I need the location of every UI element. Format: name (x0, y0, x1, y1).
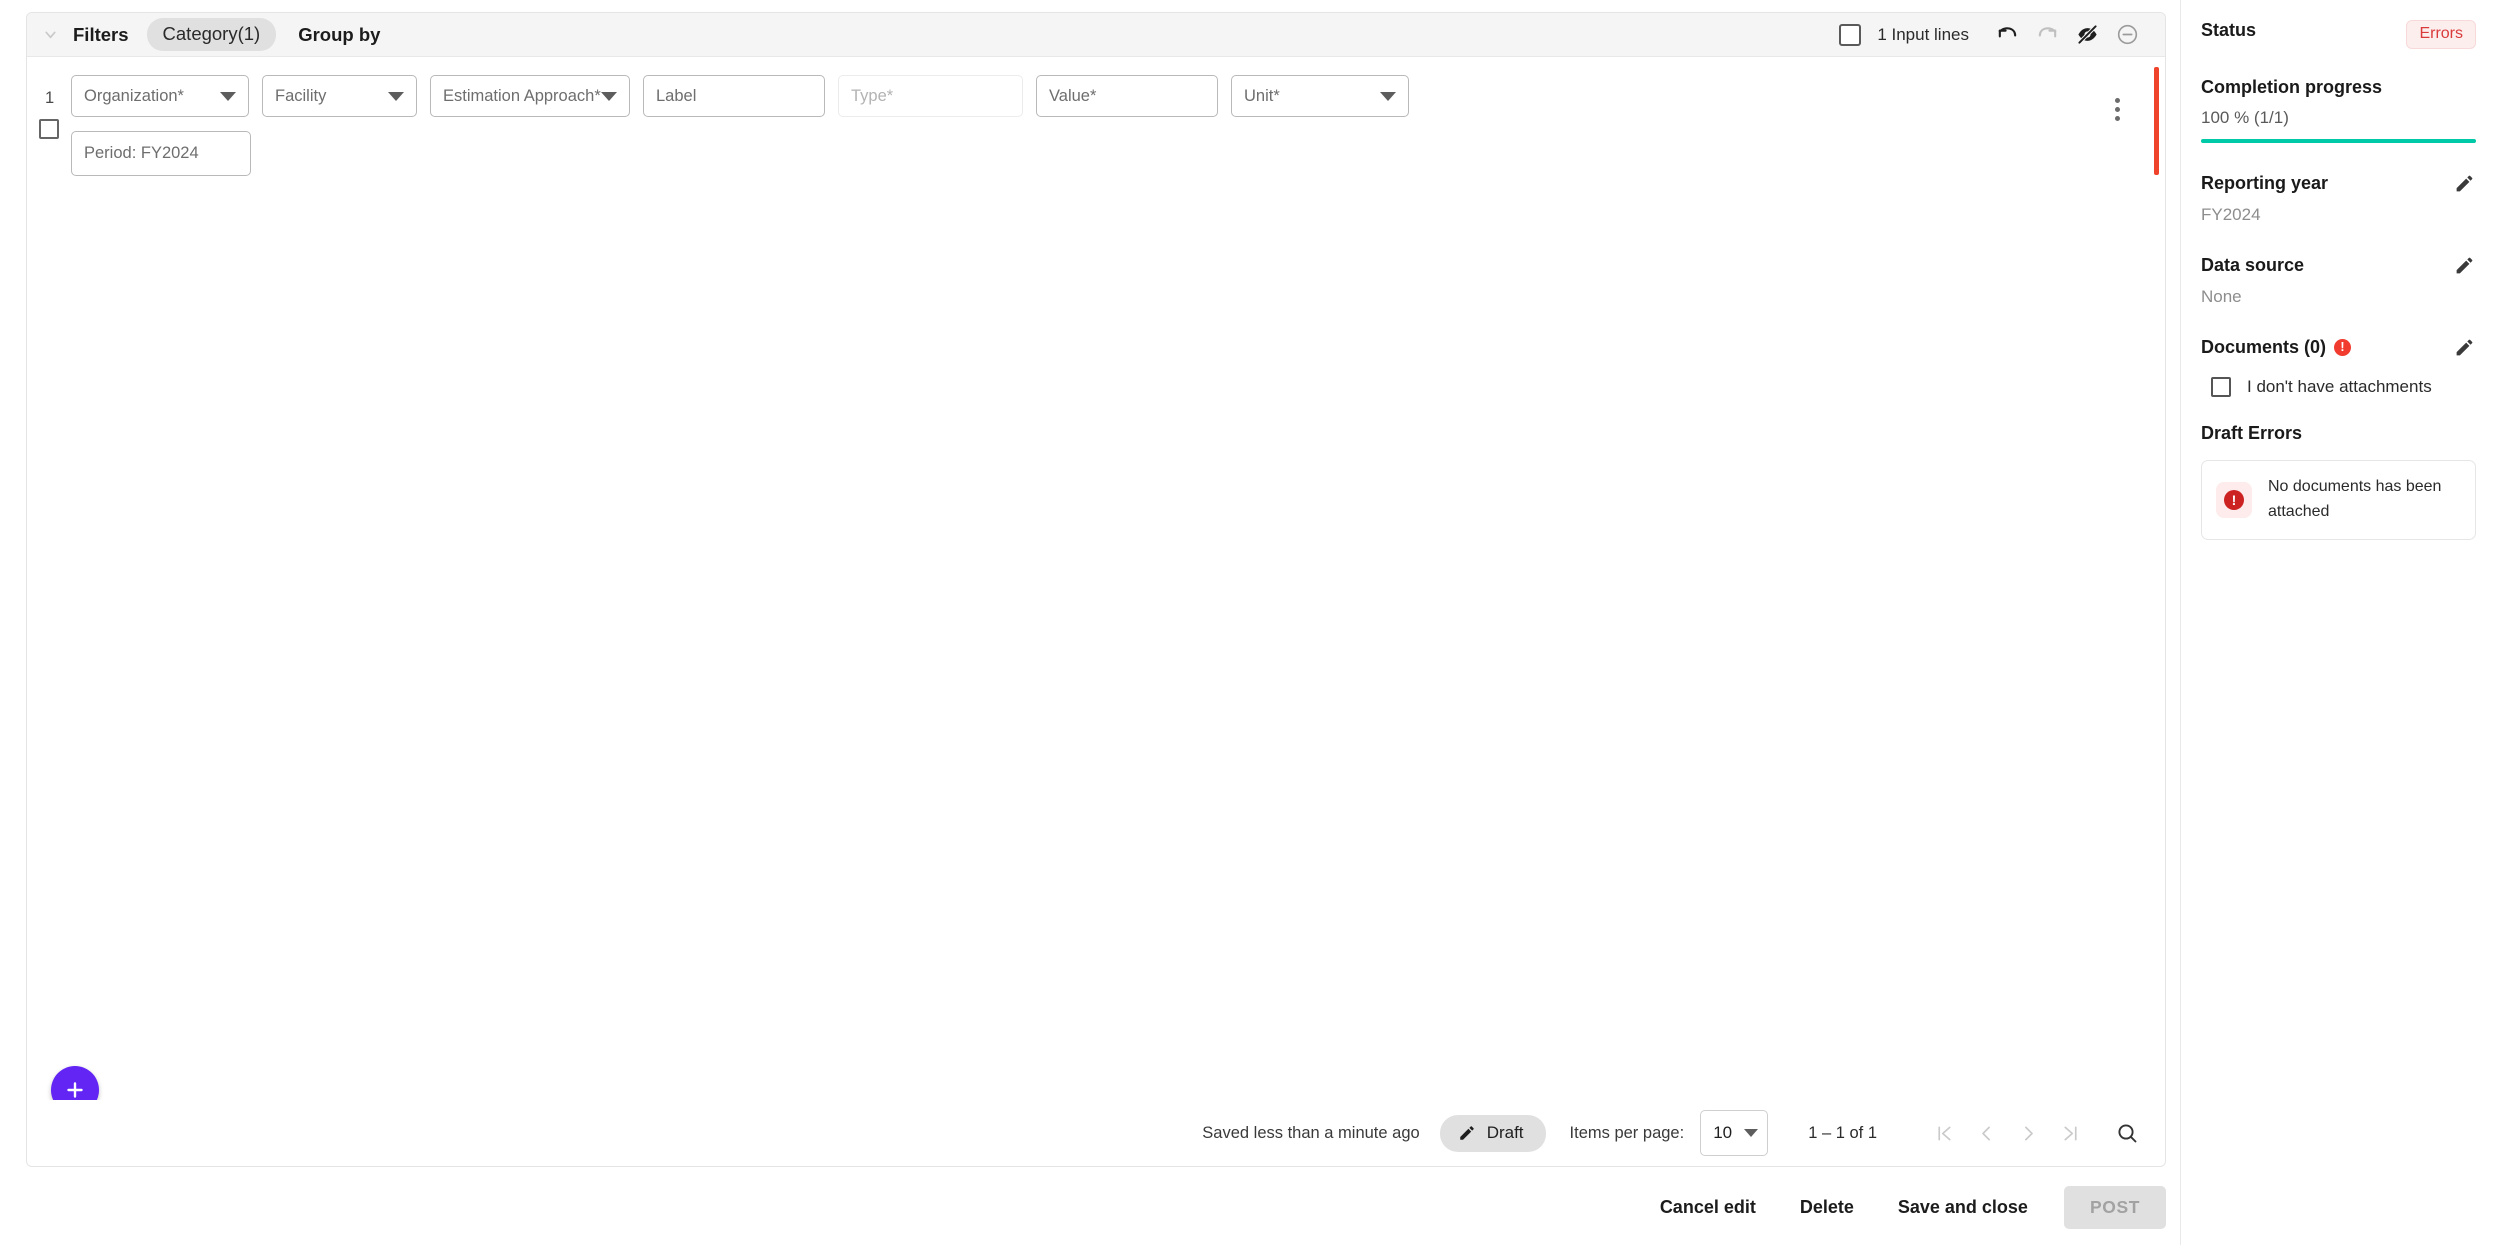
redo-icon[interactable] (2027, 15, 2067, 55)
facility-select[interactable]: Facility (262, 75, 417, 117)
row-fields: Organization* Facility Estimation Approa… (71, 75, 2165, 190)
next-page-button[interactable] (2007, 1112, 2049, 1154)
value-placeholder: Value* (1049, 86, 1097, 105)
draft-error-card: ! No documents has been attached (2201, 460, 2476, 540)
input-lines-card: Filters Category(1) Group by 1 Input lin… (26, 12, 2166, 1167)
form-actions: Cancel edit Delete Save and close POST (1638, 1186, 2166, 1229)
row-number: 1 (45, 89, 55, 107)
chevron-down-icon (220, 91, 236, 101)
row-error-indicator (2154, 67, 2159, 175)
select-all-checkbox[interactable] (1839, 23, 1862, 46)
filter-toolbar: Filters Category(1) Group by 1 Input lin… (27, 13, 2165, 57)
search-icon[interactable] (2105, 1111, 2149, 1155)
pagination-range: 1 – 1 of 1 (1808, 1123, 1877, 1142)
items-per-page-select[interactable]: 10 (1700, 1110, 1769, 1156)
label-placeholder: Label (656, 86, 697, 105)
value-input[interactable]: Value* (1036, 75, 1218, 117)
chevron-down-icon[interactable] (37, 22, 63, 48)
draft-label: Draft (1486, 1122, 1524, 1142)
toolbar-right: 1 Input lines (1839, 15, 2147, 55)
completion-value: 100 % (1/1) (2201, 108, 2289, 127)
edit-documents-pencil-icon[interactable] (2454, 337, 2476, 359)
period-value: Period: FY2024 (84, 144, 199, 162)
table-footer: Saved less than a minute ago Draft Items… (27, 1100, 2165, 1166)
group-by-label[interactable]: Group by (298, 24, 380, 46)
unit-placeholder: Unit* (1244, 86, 1280, 105)
chevron-down-icon (1744, 1129, 1759, 1137)
draft-errors-section: Draft Errors ! No documents has been att… (2201, 423, 2476, 540)
error-alert-icon: ! (2216, 481, 2252, 518)
period-input[interactable]: Period: FY2024 (71, 131, 251, 176)
facility-placeholder: Facility (275, 86, 327, 105)
app-root: Filters Category(1) Group by 1 Input lin… (0, 0, 2500, 1245)
delete-button[interactable]: Delete (1778, 1187, 1876, 1228)
completion-progress-bar (2201, 139, 2476, 143)
saved-status: Saved less than a minute ago (1202, 1123, 1420, 1142)
main-column: Filters Category(1) Group by 1 Input lin… (0, 0, 2180, 1245)
details-sidebar: Status Errors Completion progress 100 % … (2180, 0, 2500, 1245)
data-source-title: Data source (2201, 255, 2305, 275)
filters-label[interactable]: Filters (73, 24, 129, 46)
estimation-approach-select[interactable]: Estimation Approach* (430, 75, 630, 117)
type-placeholder: Type* (851, 86, 894, 105)
status-badge[interactable]: Errors (2406, 20, 2476, 49)
chevron-down-icon (1380, 91, 1396, 101)
data-source-section: Data source None (2201, 255, 2476, 307)
first-page-button[interactable] (1923, 1112, 1965, 1154)
input-lines-count: 1 Input lines (1877, 24, 1969, 44)
row-select-checkbox[interactable] (39, 119, 59, 139)
draft-error-message: No documents has been attached (2268, 478, 2442, 520)
reporting-year-value: FY2024 (2201, 205, 2261, 224)
eye-off-icon[interactable] (2067, 15, 2107, 55)
table-row: 1 Organization* Facility Estimation Appr… (27, 57, 2165, 190)
draft-status-chip[interactable]: Draft (1439, 1114, 1546, 1152)
save-and-close-button[interactable]: Save and close (1876, 1187, 2050, 1228)
unit-select[interactable]: Unit* (1231, 75, 1409, 117)
chevron-down-icon (601, 91, 617, 101)
reporting-year-section: Reporting year FY2024 (2201, 173, 2476, 225)
estimation-approach-placeholder: Estimation Approach* (443, 86, 601, 105)
chevron-down-icon (388, 91, 404, 101)
type-input[interactable]: Type* (838, 75, 1023, 117)
status-title: Status (2201, 20, 2257, 40)
no-attachments-row[interactable]: I don't have attachments (2201, 377, 2476, 397)
organization-select[interactable]: Organization* (71, 75, 249, 117)
previous-page-button[interactable] (1965, 1112, 2007, 1154)
no-attachments-checkbox[interactable] (2211, 377, 2231, 397)
status-section: Status Errors (2201, 20, 2476, 49)
documents-title: Documents (0) (2201, 337, 2327, 357)
items-per-page-label: Items per page: (1569, 1123, 1685, 1142)
input-lines-rows: 1 Organization* Facility Estimation Appr… (27, 57, 2165, 1067)
label-input[interactable]: Label (643, 75, 825, 117)
draft-errors-title: Draft Errors (2201, 423, 2303, 443)
pencil-icon (1459, 1125, 1474, 1140)
no-attachments-label: I don't have attachments (2247, 377, 2432, 396)
minus-circle-icon[interactable] (2107, 15, 2147, 55)
row-number-cell: 1 (27, 75, 71, 190)
edit-data-source-pencil-icon[interactable] (2454, 255, 2476, 277)
category-chip[interactable]: Category(1) (146, 18, 277, 51)
reporting-year-title: Reporting year (2201, 173, 2329, 193)
completion-section: Completion progress 100 % (1/1) (2201, 77, 2476, 143)
documents-title-wrap: Documents (0)! (2201, 337, 2352, 358)
data-source-value: None (2201, 287, 2242, 306)
undo-icon[interactable] (1987, 15, 2027, 55)
completion-title: Completion progress (2201, 77, 2383, 97)
row-more-menu-icon[interactable] (2103, 95, 2131, 123)
organization-placeholder: Organization* (84, 86, 184, 105)
documents-section: Documents (0)! I don't have attachments (2201, 337, 2476, 397)
last-page-button[interactable] (2049, 1112, 2091, 1154)
post-button[interactable]: POST (2063, 1186, 2166, 1229)
cancel-edit-button[interactable]: Cancel edit (1638, 1187, 1778, 1228)
documents-error-icon: ! (2334, 338, 2352, 356)
items-per-page-value: 10 (1713, 1123, 1733, 1142)
edit-reporting-year-pencil-icon[interactable] (2454, 173, 2476, 195)
